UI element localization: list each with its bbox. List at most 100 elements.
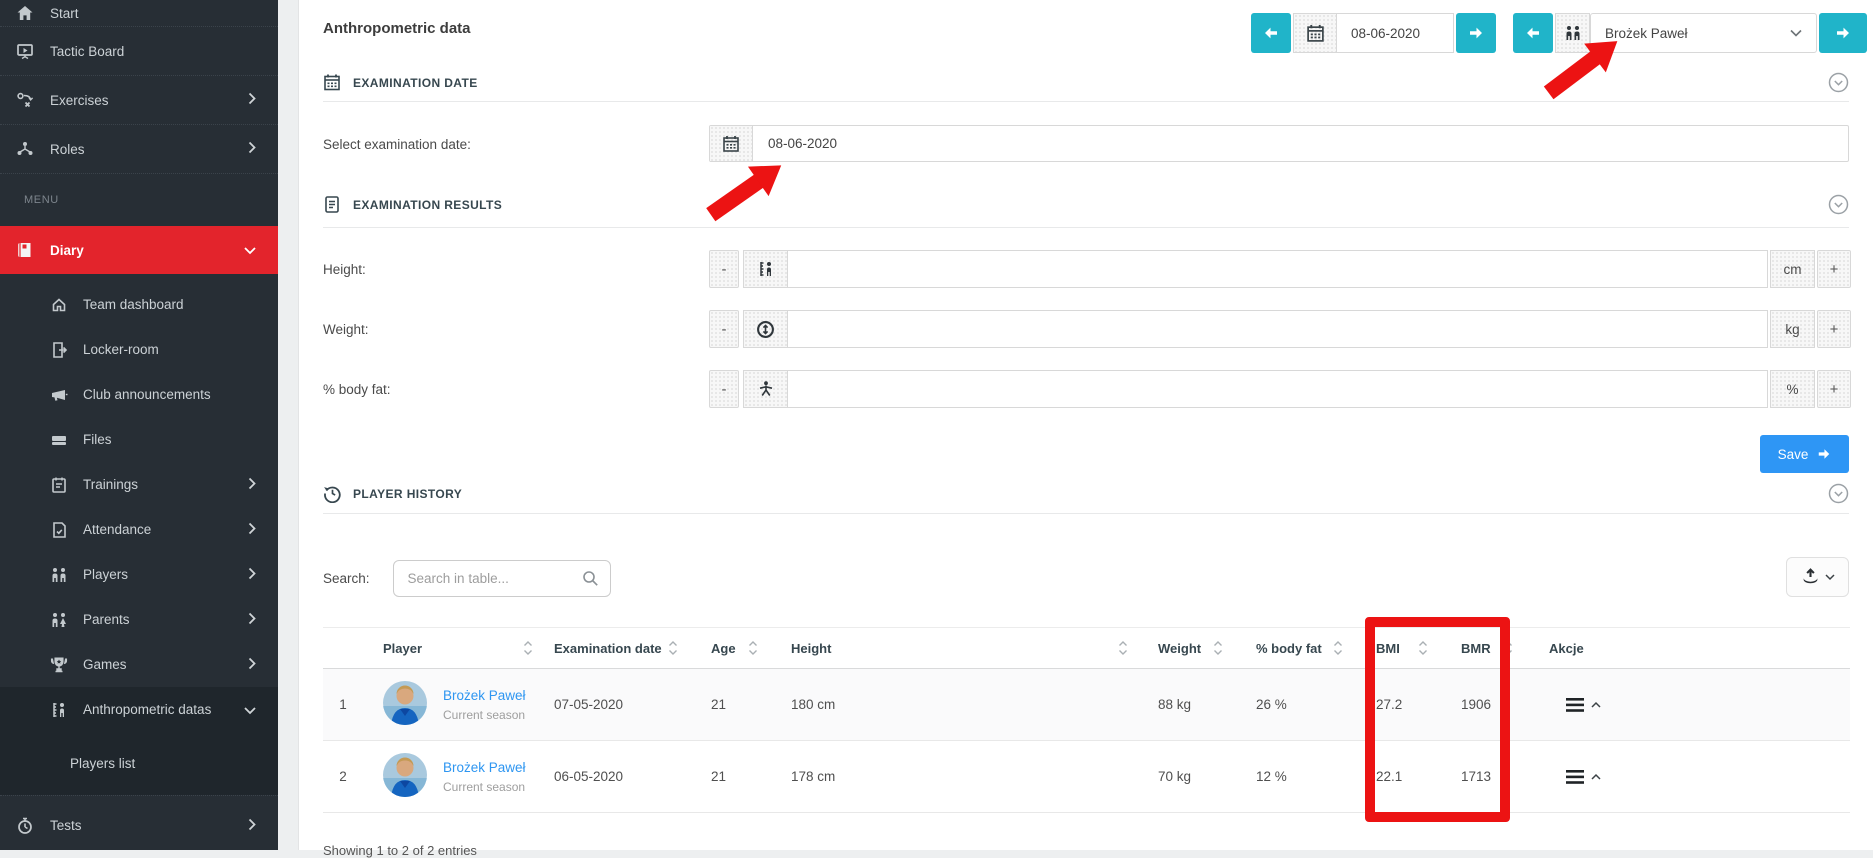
sidebar-item-parents[interactable]: Parents — [0, 597, 278, 642]
chevron-right-icon — [248, 93, 256, 108]
sidebar-section-label: MENU — [0, 174, 278, 226]
save-button[interactable]: Save — [1760, 435, 1849, 473]
row-number: 2 — [323, 741, 363, 813]
column-header-examination-date[interactable]: Examination date — [548, 628, 693, 669]
sidebar-item-trainings[interactable]: Trainings — [0, 462, 278, 507]
sidebar-item-club-announcements[interactable]: Club announcements — [0, 372, 278, 417]
age-cell: 21 — [693, 741, 773, 813]
sidebar-item-label: Tests — [50, 818, 82, 833]
height-minus-button[interactable]: - — [709, 250, 739, 288]
column-header-player[interactable]: Player — [363, 628, 548, 669]
weight-field-row: Weight: - kg + — [323, 310, 1849, 348]
next-date-button[interactable] — [1456, 13, 1496, 53]
column-header-weight[interactable]: Weight — [1143, 628, 1238, 669]
body-fat-minus-button[interactable]: - — [709, 370, 739, 408]
column-header-age[interactable]: Age — [693, 628, 773, 669]
height-cell: 178 cm — [773, 741, 1143, 813]
sort-icon — [668, 641, 678, 655]
attendance-icon — [50, 521, 68, 539]
row-actions-button[interactable] — [1566, 770, 1601, 784]
height-label: Height: — [323, 262, 366, 277]
sidebar-item-start[interactable]: Start — [0, 0, 278, 26]
calendar-icon — [1293, 13, 1337, 53]
sidebar: Start Tactic Board Exercises Roles MENU … — [0, 0, 278, 850]
export-button[interactable] — [1786, 557, 1849, 597]
current-date-value[interactable]: 08-06-2020 — [1337, 13, 1454, 53]
sidebar-item-tests[interactable]: Tests — [0, 796, 278, 855]
body-fat-field-row: % body fat: - % + — [323, 370, 1849, 408]
height-input[interactable] — [787, 250, 1768, 288]
height-stepper: - cm + — [709, 250, 1851, 288]
column-header-body-fat[interactable]: % body fat — [1238, 628, 1358, 669]
chevron-up-icon — [1591, 701, 1601, 708]
avatar — [383, 681, 427, 728]
weight-stepper: - kg + — [709, 310, 1851, 348]
examination-date-section-header: EXAMINATION DATE — [323, 70, 1849, 96]
arrow-left-icon — [1525, 25, 1541, 41]
sidebar-item-diary[interactable]: Diary — [0, 226, 278, 274]
sidebar-item-games[interactable]: Games — [0, 642, 278, 687]
sidebar-item-tactic-board[interactable]: Tactic Board — [0, 27, 278, 75]
player-select[interactable]: Brożek Paweł — [1590, 13, 1817, 53]
chevron-right-icon — [248, 522, 256, 537]
player-name-link[interactable]: Brożek Paweł — [443, 760, 526, 775]
tactic-board-icon — [16, 42, 34, 60]
history-icon — [323, 484, 341, 504]
sidebar-item-roles[interactable]: Roles — [0, 125, 278, 173]
chevron-down-icon — [244, 243, 256, 258]
arrow-right-icon — [1835, 25, 1851, 41]
roles-icon — [16, 140, 34, 158]
megaphone-icon — [50, 386, 68, 404]
previous-player-button[interactable] — [1513, 13, 1553, 53]
row-number: 1 — [323, 669, 363, 741]
player-select-value: Brożek Paweł — [1605, 26, 1688, 41]
weight-icon — [743, 310, 787, 348]
section-title: EXAMINATION RESULTS — [353, 198, 502, 212]
section-title: EXAMINATION DATE — [353, 76, 478, 90]
weight-input[interactable] — [787, 310, 1768, 348]
sidebar-item-files[interactable]: Files — [0, 417, 278, 462]
examination-date-input[interactable] — [753, 126, 1848, 161]
stopwatch-icon — [16, 817, 34, 835]
sidebar-item-team-dashboard[interactable]: Team dashboard — [0, 282, 278, 327]
anthropometric-submenu: Players list — [0, 732, 278, 795]
document-icon — [323, 195, 341, 215]
save-button-label: Save — [1778, 447, 1809, 462]
height-plus-button[interactable]: + — [1817, 250, 1851, 288]
search-icon — [582, 570, 599, 587]
calendar-icon[interactable] — [710, 126, 753, 161]
collapse-section-button[interactable] — [1827, 483, 1849, 505]
column-header-bmr[interactable]: BMR — [1443, 628, 1528, 669]
arrow-left-icon — [1263, 25, 1279, 41]
sidebar-item-exercises[interactable]: Exercises — [0, 76, 278, 124]
sidebar-item-anthropometric-datas[interactable]: Anthropometric datas — [0, 687, 278, 732]
divider — [323, 227, 1849, 228]
body-fat-plus-button[interactable]: + — [1817, 370, 1851, 408]
sidebar-item-attendance[interactable]: Attendance — [0, 507, 278, 552]
diary-icon — [16, 241, 34, 259]
column-header-bmi[interactable]: BMI — [1358, 628, 1443, 669]
height-unit-label: cm — [1770, 250, 1815, 288]
collapse-section-button[interactable] — [1827, 194, 1849, 216]
diary-submenu: Team dashboard Locker-room Club announce… — [0, 274, 278, 795]
calendar-icon — [323, 73, 341, 93]
chevron-right-icon — [248, 142, 256, 157]
next-player-button[interactable] — [1819, 13, 1867, 53]
weight-plus-button[interactable]: + — [1817, 310, 1851, 348]
sidebar-item-players[interactable]: Players — [0, 552, 278, 597]
section-title: PLAYER HISTORY — [353, 487, 462, 501]
body-fat-unit-label: % — [1770, 370, 1815, 408]
search-input[interactable] — [393, 560, 611, 597]
sidebar-item-locker-room[interactable]: Locker-room — [0, 327, 278, 372]
row-actions-button[interactable] — [1566, 698, 1601, 712]
chevron-right-icon — [248, 477, 256, 492]
player-name-link[interactable]: Brożek Paweł — [443, 688, 526, 703]
body-fat-input[interactable] — [787, 370, 1768, 408]
column-header-height[interactable]: Height — [773, 628, 1143, 669]
players-icon — [1555, 13, 1590, 53]
previous-date-button[interactable] — [1251, 13, 1291, 53]
collapse-section-button[interactable] — [1827, 72, 1849, 94]
weight-minus-button[interactable]: - — [709, 310, 739, 348]
sidebar-item-players-list[interactable]: Players list — [0, 732, 278, 795]
sidebar-item-label: Attendance — [83, 522, 151, 537]
